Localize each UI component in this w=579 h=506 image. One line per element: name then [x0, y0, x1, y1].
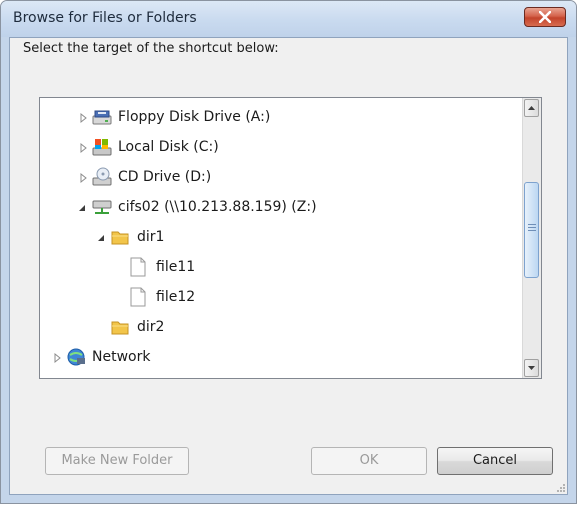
file-icon — [130, 287, 146, 307]
close-icon — [539, 11, 551, 23]
title-bar[interactable]: Browse for Files or Folders — [1, 1, 576, 37]
tree-item-label: Local Disk (C:) — [118, 139, 219, 155]
resize-grip-icon[interactable] — [556, 483, 566, 493]
tree-item-network[interactable]: Network — [40, 343, 521, 373]
scroll-up-button[interactable] — [524, 99, 539, 117]
tree-item-dir2[interactable]: dir2 — [40, 313, 521, 343]
tree-item-label: file12 — [156, 289, 196, 305]
local-disk-icon — [92, 139, 112, 156]
tree-item-label: Network — [92, 349, 151, 365]
collapse-arrow-icon[interactable] — [95, 231, 107, 245]
tree-item-label: Floppy Disk Drive (A:) — [118, 109, 271, 125]
tree-item-label: cifs02 (\\10.213.88.159) (Z:) — [118, 199, 317, 215]
tree-item-network-drive[interactable]: cifs02 (\\10.213.88.159) (Z:) — [40, 193, 521, 223]
tree-item-cd-drive[interactable]: CD Drive (D:) — [40, 163, 521, 193]
cancel-button[interactable]: Cancel — [437, 447, 553, 475]
tree-item-label: file11 — [156, 259, 196, 275]
file-icon — [130, 257, 146, 277]
expand-arrow-icon[interactable] — [52, 351, 64, 365]
folder-icon — [111, 321, 129, 335]
arrow-up-icon — [528, 106, 535, 110]
grip-line — [528, 230, 536, 231]
folder-tree[interactable]: Floppy Disk Drive (A:) Local Disk (C:) C… — [39, 97, 542, 379]
folder-icon — [111, 231, 129, 245]
tree-item-label: dir1 — [137, 229, 165, 245]
network-icon — [67, 348, 85, 366]
arrow-down-icon — [528, 366, 535, 370]
tree-item-dir1[interactable]: dir1 — [40, 223, 521, 253]
instructions-label: Select the target of the shortcut below: — [23, 41, 279, 56]
scroll-down-button[interactable] — [524, 359, 539, 377]
tree-item-label: CD Drive (D:) — [118, 169, 212, 185]
ok-button[interactable]: OK — [311, 447, 427, 475]
tree-item-local-disk[interactable]: Local Disk (C:) — [40, 133, 521, 163]
network-drive-icon — [92, 200, 112, 214]
tree-item-file12[interactable]: file12 — [40, 283, 521, 313]
expand-arrow-icon[interactable] — [78, 171, 90, 185]
expand-arrow-icon[interactable] — [78, 111, 90, 125]
vertical-scrollbar[interactable] — [522, 98, 541, 378]
collapse-arrow-icon[interactable] — [76, 201, 88, 215]
close-button[interactable] — [524, 7, 566, 27]
grip-line — [528, 224, 536, 225]
tree-item-label: dir2 — [137, 319, 165, 335]
make-new-folder-button[interactable]: Make New Folder — [45, 447, 189, 475]
floppy-drive-icon — [92, 110, 112, 125]
expand-arrow-icon[interactable] — [78, 141, 90, 155]
scroll-thumb[interactable] — [524, 182, 539, 278]
tree-item-file11[interactable]: file11 — [40, 253, 521, 283]
tree-item-floppy-drive[interactable]: Floppy Disk Drive (A:) — [40, 103, 521, 133]
browse-dialog: Browse for Files or Folders Select the t… — [0, 0, 577, 504]
grip-line — [528, 227, 536, 228]
window-title: Browse for Files or Folders — [13, 10, 197, 26]
cd-drive-icon — [92, 167, 112, 186]
